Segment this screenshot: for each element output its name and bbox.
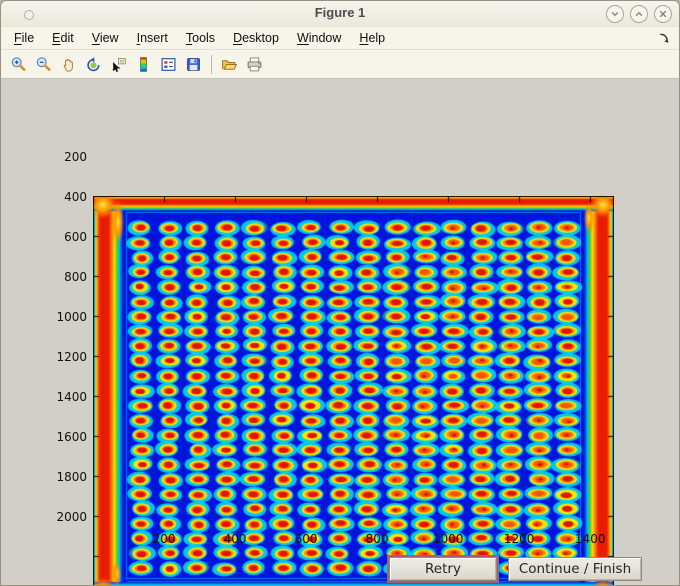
x-tick-label: 1400 (574, 532, 606, 546)
menu-view[interactable]: View (83, 28, 128, 48)
menu-desktop[interactable]: Desktop (224, 28, 288, 48)
x-tick-label: 1200 (503, 532, 535, 546)
data-cursor-icon (112, 57, 126, 72)
figure-background: 200 400 600 800 1000 1200 1400 1600 1800 2000 200 4… (1, 79, 679, 585)
menu-edit[interactable]: Edit (43, 28, 83, 48)
zoom-out-icon (36, 56, 51, 71)
x-tick-label: 400 (223, 532, 247, 546)
menu-items: File Edit View Insert Tools Desktop Window Help (5, 28, 394, 48)
y-tick-label: 400 (64, 190, 87, 204)
pan-button[interactable] (56, 53, 81, 76)
x-tick-label: 600 (294, 532, 318, 546)
save-button[interactable] (181, 53, 206, 76)
figure-window: Figure 1 File Edit View Insert Tools Desktop W… (0, 0, 680, 586)
y-tick-label: 1600 (56, 430, 87, 444)
data-cursor-button[interactable] (106, 53, 131, 76)
print-button[interactable] (242, 53, 267, 76)
x-tick-label: 800 (365, 532, 389, 546)
titlebar[interactable]: Figure 1 (1, 1, 679, 28)
print-icon (247, 56, 262, 71)
menu-tools[interactable]: Tools (177, 28, 224, 48)
zoom-in-button[interactable] (6, 53, 31, 76)
scan-image-axes[interactable] (93, 196, 614, 585)
menubar: File Edit View Insert Tools Desktop Window Help (1, 27, 679, 50)
continue-finish-button[interactable]: Continue / Finish (508, 557, 642, 581)
y-tick-label: 1200 (56, 350, 87, 364)
maximize-button[interactable] (630, 5, 648, 23)
y-tick-label: 2000 (56, 510, 87, 524)
open-folder-button[interactable] (217, 53, 242, 76)
insert-legend-button[interactable] (156, 53, 181, 76)
open-folder-icon (222, 59, 238, 70)
y-tick-label: 800 (64, 270, 87, 284)
rotate-3d-button[interactable] (81, 53, 106, 76)
y-tick-label: 200 (64, 150, 87, 164)
menu-window[interactable]: Window (288, 28, 350, 48)
y-tick-label: 600 (64, 230, 87, 244)
menu-file[interactable]: File (5, 28, 43, 48)
colorbar-button[interactable] (131, 53, 156, 76)
rotate-3d-icon (87, 56, 100, 71)
toolbar (1, 50, 679, 79)
close-button[interactable] (654, 5, 672, 23)
chevron-down-icon (611, 12, 619, 16)
y-tick-label: 1400 (56, 390, 87, 404)
pan-icon (63, 58, 73, 72)
toolbar-separator (211, 54, 212, 74)
menu-insert[interactable]: Insert (128, 28, 177, 48)
retry-button[interactable]: Retry (389, 557, 497, 581)
window-title: Figure 1 (314, 5, 366, 20)
window-controls (606, 5, 672, 23)
dock-figure-icon[interactable] (658, 32, 671, 50)
close-icon (659, 10, 667, 18)
minimize-button[interactable] (606, 5, 624, 23)
y-tick-label: 1000 (56, 310, 87, 324)
menu-help[interactable]: Help (350, 28, 394, 48)
x-tick-label: 1000 (432, 532, 464, 546)
insert-legend-icon (161, 57, 176, 71)
save-icon (187, 57, 200, 71)
x-tick-label: 200 (152, 532, 176, 546)
colorbar-icon (140, 56, 147, 72)
chevron-up-icon (635, 12, 643, 16)
y-tick-label: 1800 (56, 470, 87, 484)
zoom-out-button[interactable] (31, 53, 56, 76)
zoom-in-icon (11, 56, 26, 71)
